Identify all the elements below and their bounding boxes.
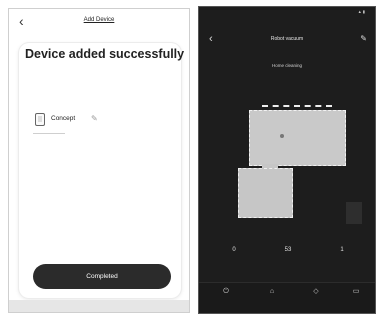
status-bar: ▲ ▮: [199, 7, 375, 17]
page-title: Robot vacuum: [270, 36, 304, 42]
add-device-screen: ‹ Add Device Device added successfully C…: [8, 8, 190, 313]
stat-value: 53: [284, 247, 292, 253]
dock-icon: [346, 202, 362, 224]
home-button[interactable]: ⌂: [257, 287, 287, 299]
stat-item: 53: [263, 247, 313, 255]
area-icon: ◇: [313, 288, 319, 295]
bottom-nav: ⏻ ⌂ ◇ ▭: [199, 282, 375, 313]
map-room[interactable]: [249, 105, 346, 166]
stat-value: 1: [340, 247, 344, 253]
map-room[interactable]: [238, 168, 293, 218]
home-icon: ⌂: [269, 288, 275, 295]
power-icon: ⏻: [223, 288, 229, 295]
bottom-bar: [9, 300, 189, 312]
header: ‹ Add Device: [9, 9, 189, 37]
map-button[interactable]: ▭: [341, 287, 371, 299]
cleaning-map[interactable]: [199, 92, 375, 242]
completed-button[interactable]: Completed: [33, 264, 171, 289]
device-row: Concept ✎: [35, 113, 145, 129]
result-card: [19, 43, 181, 298]
cleaning-status: Home cleaning: [271, 63, 303, 68]
device-name-underline: [33, 133, 65, 134]
device-icon: [35, 113, 45, 126]
stat-value: 0: [232, 247, 236, 253]
stats-row: 0 53 1: [199, 247, 375, 271]
power-button[interactable]: ⏻: [211, 287, 241, 299]
area-button[interactable]: ◇: [301, 287, 331, 299]
device-name: Concept: [51, 115, 76, 122]
map-icon: ▭: [352, 288, 360, 295]
stat-item: 1: [317, 247, 367, 255]
robot-position-icon: [280, 134, 284, 138]
status-icons: ▲ ▮: [357, 9, 365, 14]
robot-vacuum-screen: ▲ ▮ ‹ ✎ Robot vacuum Home cleaning 0 53 …: [198, 6, 376, 314]
stat-item: 0: [209, 247, 259, 255]
success-message: Device added successfully: [25, 47, 185, 61]
page-title: Add Device: [83, 17, 115, 23]
pencil-icon[interactable]: ✎: [91, 114, 98, 123]
